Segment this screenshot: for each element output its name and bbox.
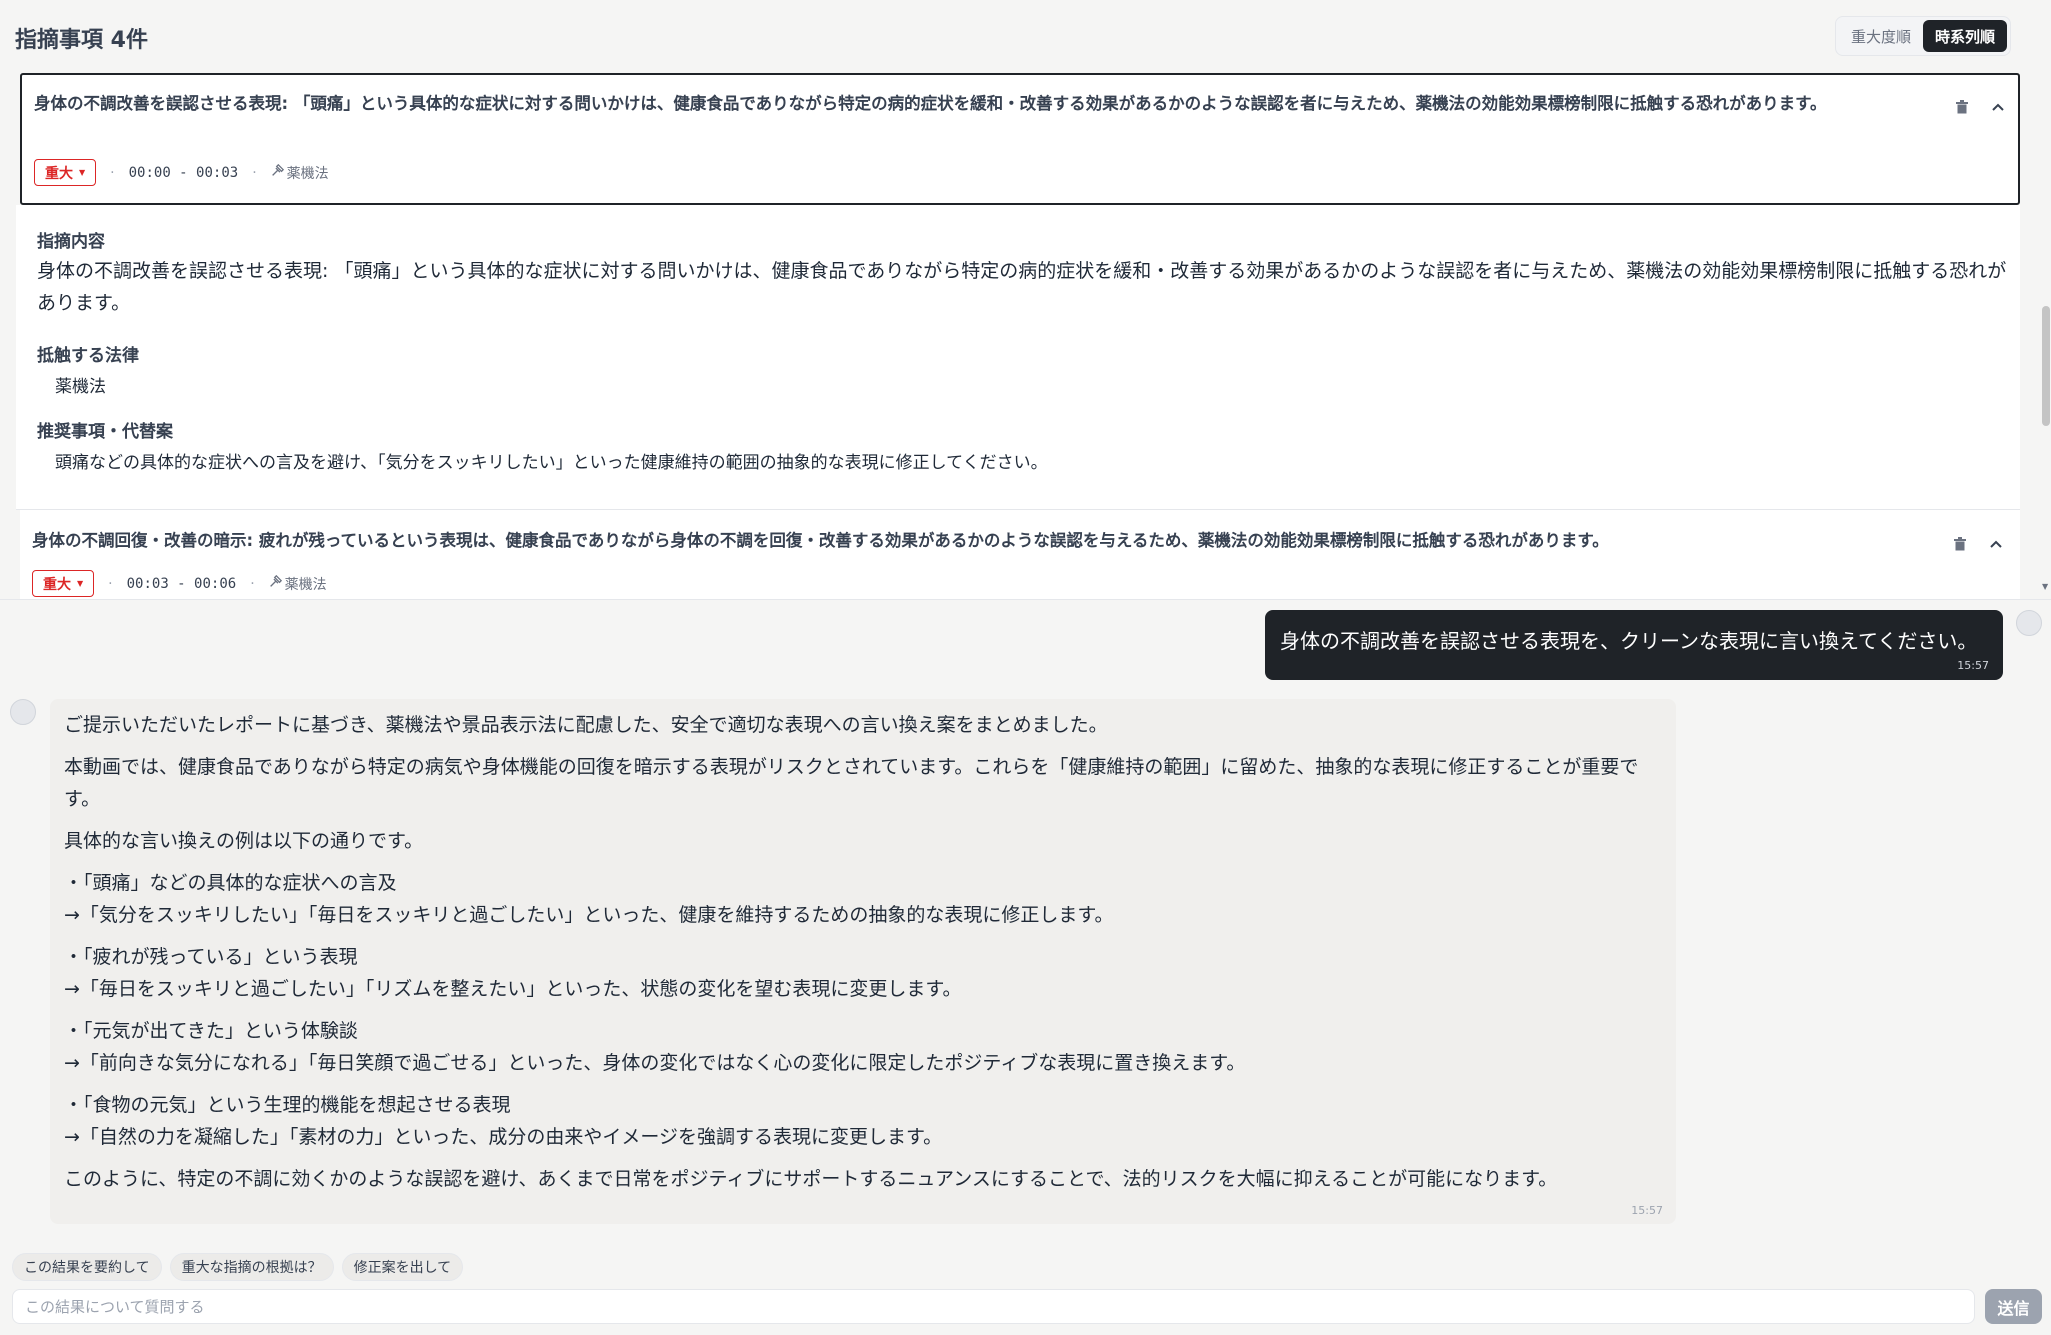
assistant-list-item: ・「元気が出てきた」という体験談 [64, 1020, 358, 1042]
issue-title: 身体の不調回復・改善の暗示: 疲れが残っているという表現は、健康食品でありながら… [32, 531, 1609, 550]
assistant-message-time: 15:57 [1631, 1204, 1663, 1217]
assistant-avatar [10, 699, 36, 725]
assistant-message: ご提示いただいたレポートに基づき、薬機法や景品表示法に配慮した、安全で適切な表現… [50, 699, 1676, 1224]
issue-law: 薬機法 [271, 163, 329, 183]
user-message-time: 15:57 [1957, 659, 1989, 672]
chevron-up-icon[interactable] [1986, 534, 2006, 554]
issue-meta: 重大 ▼ · 00:00 - 00:03 · 薬機法 [34, 159, 329, 186]
chevron-up-icon[interactable] [1988, 97, 2008, 117]
caret-down-icon: ▼ [79, 168, 86, 177]
detail-recommend-text: 頭痛などの具体的な症状への言及を避け、「気分をスッキリしたい」といった健康維持の… [55, 453, 1048, 473]
issue-meta: 重大 ▼ · 00:03 - 00:06 · 薬機法 [32, 570, 327, 597]
assistant-list-detail: →「毎日をスッキリと過ごしたい」「リズムを整えたい」といった、状態の変化を望む表… [64, 978, 962, 1000]
gavel-icon [269, 574, 282, 592]
caret-down-icon: ▼ [77, 579, 84, 588]
sort-severity-button[interactable]: 重大度順 [1839, 20, 1923, 52]
severity-label: 重大 [45, 165, 73, 182]
assistant-list-detail: →「気分をスッキリしたい」「毎日をスッキリと過ごしたい」といった、健康を維持する… [64, 904, 1114, 926]
chat-input[interactable] [12, 1289, 1975, 1324]
issues-panel: 指摘事項 4件 重大度順 時系列順 身体の不調改善を誤認させる表現: 「頭痛」と… [0, 0, 2051, 600]
issue-timestamp: 00:03 - 00:06 [126, 575, 237, 592]
issue-timestamp: 00:00 - 00:03 [128, 164, 239, 181]
separator-dot: · [250, 575, 255, 592]
issue-law: 薬機法 [269, 574, 327, 594]
assistant-paragraph: 具体的な言い換えの例は以下の通りです。 [64, 830, 424, 852]
trash-icon[interactable] [1950, 534, 1970, 554]
detail-recommend-label: 推奨事項・代替案 [37, 422, 173, 442]
trash-icon[interactable] [1952, 97, 1972, 117]
issue-title: 身体の不調改善を誤認させる表現: 「頭痛」という具体的な症状に対する問いかけは、… [34, 94, 1827, 113]
detail-content-label: 指摘内容 [37, 232, 105, 252]
assistant-list-item: ・「食物の元気」という生理的機能を想起させる表現 [64, 1094, 511, 1116]
severity-dropdown[interactable]: 重大 ▼ [32, 570, 95, 597]
gavel-icon [271, 163, 284, 181]
detail-content-text: 身体の不調改善を誤認させる表現: 「頭痛」という具体的な症状に対する問いかけは、… [37, 260, 2007, 314]
assistant-list-item: ・「疲れが残っている」という表現 [64, 946, 358, 968]
issue-card[interactable]: 身体の不調回復・改善の暗示: 疲れが残っているという表現は、健康食品でありながら… [20, 510, 2020, 599]
assistant-list-detail: →「自然の力を凝縮した」「素材の力」といった、成分の由来やイメージを強調する表現… [64, 1126, 943, 1148]
assistant-paragraph: ご提示いただいたレポートに基づき、薬機法や景品表示法に配慮した、安全で適切な表現… [64, 714, 1108, 736]
scrollbar-thumb[interactable] [2042, 306, 2050, 426]
user-avatar [2016, 610, 2042, 636]
panel-scrollbar[interactable]: ▼ [2041, 0, 2051, 599]
issue-actions [1952, 97, 2008, 117]
assistant-list-detail: →「前向きな気分になれる」「毎日笑顔で過ごせる」といった、身体の変化ではなく心の… [64, 1052, 1246, 1074]
issue-law-label: 薬機法 [284, 576, 327, 593]
severity-dropdown[interactable]: 重大 ▼ [34, 159, 97, 186]
suggestion-chips: この結果を要約して 重大な指摘の根拠は？ 修正案を出して [12, 1253, 464, 1281]
issue-detail: 指摘内容 身体の不調改善を誤認させる表現: 「頭痛」という具体的な症状に対する問… [16, 205, 2020, 510]
sort-toggle: 重大度順 時系列順 [1835, 16, 2012, 56]
separator-dot: · [108, 575, 113, 592]
severity-label: 重大 [43, 576, 71, 593]
sort-chronological-button[interactable]: 時系列順 [1923, 20, 2008, 52]
detail-law-value: 薬機法 [55, 377, 106, 397]
suggestion-severe-basis[interactable]: 重大な指摘の根拠は？ [169, 1253, 334, 1281]
assistant-paragraph: 本動画では、健康食品でありながら特定の病気や身体機能の回復を暗示する表現がリスク… [64, 756, 1639, 810]
user-message-text: 身体の不調改善を誤認させる表現を、クリーンな表現に言い換えてください。 [1280, 629, 1978, 653]
assistant-list-item: ・「頭痛」などの具体的な症状への言及 [64, 872, 397, 894]
issue-actions [1950, 534, 2006, 554]
issue-card[interactable]: 身体の不調改善を誤認させる表現: 「頭痛」という具体的な症状に対する問いかけは、… [20, 73, 2020, 205]
separator-dot: · [252, 164, 257, 181]
suggestion-summarize[interactable]: この結果を要約して [12, 1253, 162, 1281]
assistant-paragraph: このように、特定の不調に効くかのような誤認を避け、あくまで日常をポジティブにサポ… [64, 1168, 1558, 1190]
separator-dot: · [110, 164, 115, 181]
panel-title: 指摘事項 4件 [15, 28, 148, 53]
issue-law-label: 薬機法 [286, 165, 329, 182]
user-message: 身体の不調改善を誤認させる表現を、クリーンな表現に言い換えてください。 15:5… [1265, 610, 2003, 680]
suggestion-fix-proposal[interactable]: 修正案を出して [341, 1253, 464, 1281]
detail-law-label: 抵触する法律 [37, 346, 139, 366]
scroll-down-arrow-icon[interactable]: ▼ [2042, 582, 2048, 591]
send-button[interactable]: 送信 [1985, 1289, 2042, 1324]
